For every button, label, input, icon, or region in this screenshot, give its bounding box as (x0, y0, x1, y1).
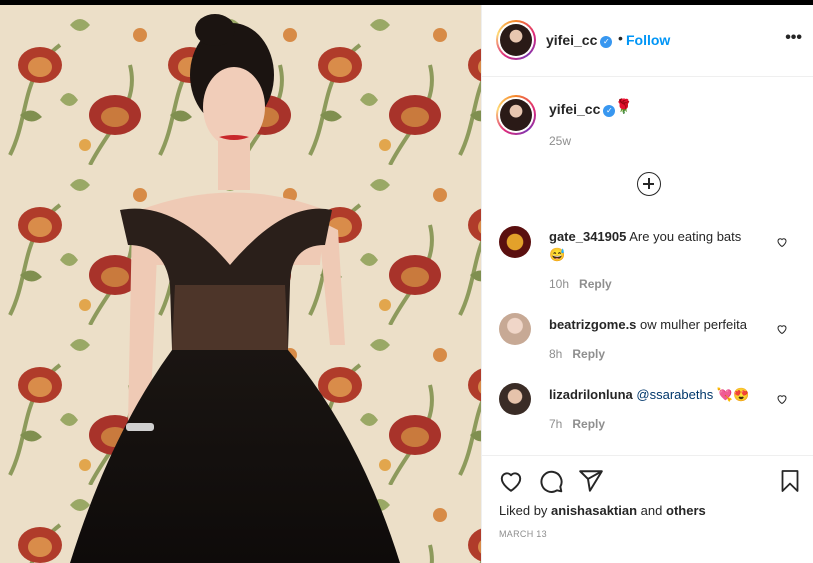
comment-emoji: 💘😍 (716, 387, 750, 402)
liked-by-and: and (640, 503, 663, 518)
post-panel: yifei_cc ✓ • Follow ••• yifei_cc ✓ 🌹 25w g… (481, 5, 813, 563)
post-photo[interactable] (0, 5, 481, 563)
comment-item: lizadrilonluna @ssarabeths 💘😍 7h Reply (482, 381, 813, 451)
post-actions: Liked by anishasaktian and others MARCH … (482, 455, 813, 563)
verified-badge-icon: ✓ (603, 105, 616, 117)
liked-by-prefix: Liked by (499, 503, 548, 518)
comment-body: beatrizgome.s ow mulher perfeita (549, 316, 778, 334)
liked-by-others[interactable]: others (666, 503, 706, 518)
comment-item: gate_341905 Are you eating bats 😅 10h Rep… (482, 223, 813, 293)
share-icon[interactable] (578, 468, 604, 494)
commenter-username[interactable]: lizadrilonluna (549, 387, 633, 402)
comment-body: lizadrilonluna @ssarabeths 💘😍 (549, 386, 778, 404)
post-date[interactable]: MARCH 13 (499, 529, 547, 539)
liked-by-user[interactable]: anishasaktian (551, 503, 637, 518)
caption-timestamp[interactable]: 25w (549, 134, 571, 148)
likes-summary: Liked by anishasaktian and others (499, 503, 706, 518)
comment-text: Are you eating bats (629, 229, 742, 244)
caption-author[interactable]: yifei_cc ✓ (549, 101, 616, 117)
caption-username[interactable]: yifei_cc (549, 101, 600, 117)
more-options-icon[interactable]: ••• (785, 29, 802, 47)
plus-circle-icon[interactable] (637, 172, 661, 196)
commenter-avatar[interactable] (499, 226, 531, 258)
comment-body: gate_341905 Are you eating bats 😅 (549, 228, 778, 264)
author-avatar[interactable] (496, 20, 536, 60)
reply-button[interactable]: Reply (579, 277, 612, 291)
comment-meta: 7h Reply (549, 417, 605, 431)
post-header: yifei_cc ✓ • Follow ••• (482, 5, 813, 77)
commenter-username[interactable]: beatrizgome.s (549, 317, 636, 332)
author-name-row[interactable]: yifei_cc ✓ (546, 32, 613, 48)
bookmark-icon[interactable] (778, 468, 802, 494)
verified-badge-icon: ✓ (600, 36, 613, 48)
comment-mention[interactable]: @ssarabeths (636, 387, 713, 402)
commenter-username[interactable]: gate_341905 (549, 229, 626, 244)
commenter-avatar[interactable] (499, 383, 531, 415)
comment-meta: 10h Reply (549, 277, 612, 291)
author-username[interactable]: yifei_cc (546, 32, 597, 48)
comment-age[interactable]: 8h (549, 347, 562, 361)
follow-button[interactable]: Follow (626, 32, 670, 48)
heart-icon[interactable] (776, 236, 788, 248)
comment-item: beatrizgome.s ow mulher perfeita 8h Reply (482, 311, 813, 381)
separator-dot: • (618, 30, 623, 46)
comment-meta: 8h Reply (549, 347, 605, 361)
comment-text: ow mulher perfeita (640, 317, 747, 332)
caption-avatar[interactable] (496, 95, 536, 135)
caption-emoji: 🌹 (615, 98, 633, 114)
heart-icon[interactable] (776, 323, 788, 335)
comment-emoji: 😅 (549, 247, 566, 262)
reply-button[interactable]: Reply (572, 417, 605, 431)
post-image (0, 5, 481, 563)
reply-button[interactable]: Reply (572, 347, 605, 361)
comment-age[interactable]: 7h (549, 417, 562, 431)
comment-icon[interactable] (538, 468, 564, 494)
commenter-avatar[interactable] (499, 313, 531, 345)
heart-icon[interactable] (498, 468, 524, 494)
comment-age[interactable]: 10h (549, 277, 569, 291)
heart-icon[interactable] (776, 393, 788, 405)
